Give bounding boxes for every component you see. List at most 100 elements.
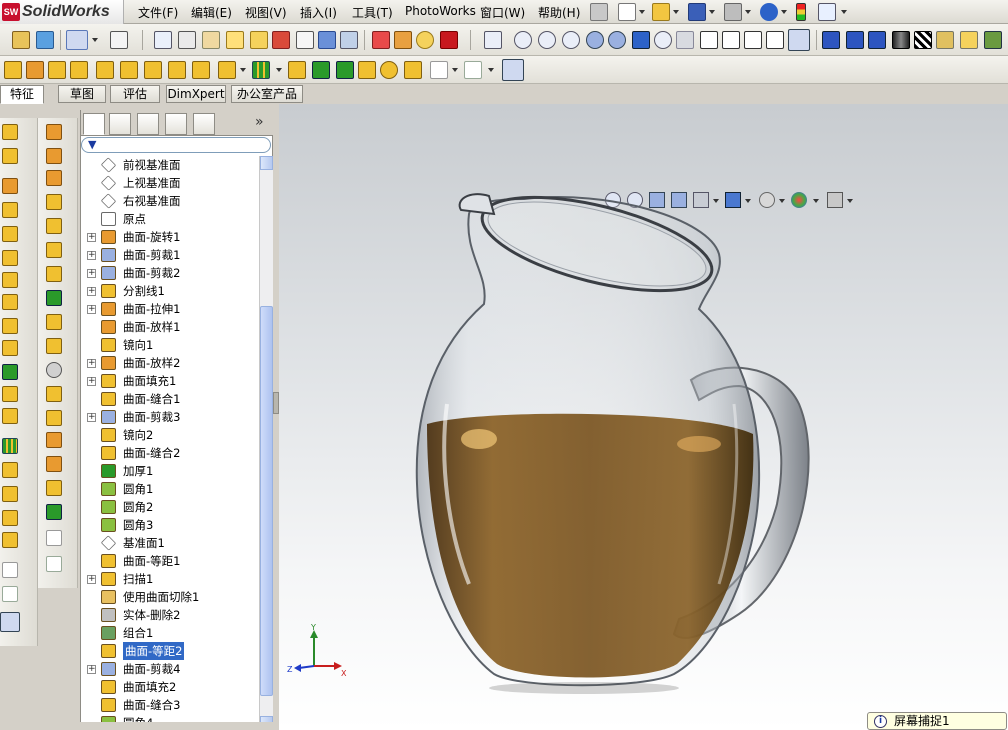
equations-icon[interactable] bbox=[296, 31, 314, 49]
new-document-icon[interactable] bbox=[618, 3, 636, 21]
tab-office-products[interactable]: 办公室产品 bbox=[231, 85, 303, 103]
tree-item[interactable]: 曲面-缝合1 bbox=[81, 390, 259, 408]
zoom-to-fit-icon[interactable] bbox=[484, 31, 502, 49]
reference-plane-icon[interactable] bbox=[2, 562, 18, 578]
save-dropdown-icon[interactable] bbox=[709, 10, 715, 14]
expand-toggle-icon[interactable]: + bbox=[87, 233, 96, 242]
rebuild-icon[interactable] bbox=[796, 3, 806, 21]
tree-item[interactable]: 曲面-缝合2 bbox=[81, 444, 259, 462]
pin-icon[interactable] bbox=[590, 3, 608, 21]
fillet-icon[interactable] bbox=[218, 61, 236, 79]
tree-item[interactable]: + 扫描1 bbox=[81, 570, 259, 588]
revolved-cut-icon[interactable] bbox=[120, 61, 138, 79]
tree-item[interactable]: 上视基准面 bbox=[81, 174, 259, 192]
extruded-surface-icon[interactable] bbox=[2, 124, 18, 140]
extruded-boss-icon[interactable] bbox=[4, 61, 22, 79]
shaded-with-edges-icon[interactable] bbox=[766, 31, 784, 49]
deform-icon[interactable] bbox=[46, 480, 62, 496]
menu-file[interactable]: 文件(F) bbox=[138, 4, 178, 21]
extruded-cut-icon[interactable] bbox=[96, 61, 114, 79]
draft-icon[interactable] bbox=[312, 61, 330, 79]
feature-tree-tab-icon[interactable] bbox=[83, 113, 105, 135]
tree-item[interactable]: + 曲面-拉伸1 bbox=[81, 300, 259, 318]
curves-icon[interactable] bbox=[404, 61, 422, 79]
section-properties-icon[interactable] bbox=[226, 31, 244, 49]
undo-icon[interactable] bbox=[760, 3, 778, 21]
ruled-surface-icon[interactable] bbox=[46, 124, 62, 140]
menu-photoworks[interactable]: PhotoWorks bbox=[405, 4, 476, 18]
perspective-icon[interactable] bbox=[984, 31, 1002, 49]
previous-view-icon[interactable] bbox=[654, 31, 672, 49]
geometry-analysis-icon[interactable] bbox=[440, 31, 458, 49]
lofted-surface-icon[interactable] bbox=[2, 202, 18, 218]
rotate-view-icon[interactable] bbox=[586, 31, 604, 49]
tab-features[interactable]: 特征 bbox=[0, 85, 44, 104]
menu-tools[interactable]: 工具(T) bbox=[352, 4, 393, 21]
draft-analysis-icon[interactable] bbox=[416, 31, 434, 49]
split-line-icon[interactable] bbox=[46, 218, 62, 234]
tree-item[interactable]: 曲面填充2 bbox=[81, 678, 259, 696]
revolved-boss-icon[interactable] bbox=[26, 61, 44, 79]
tree-item[interactable]: 基准面1 bbox=[81, 534, 259, 552]
realview-icon[interactable] bbox=[936, 31, 954, 49]
tab-dimxpert[interactable]: DimXpert bbox=[166, 85, 226, 103]
tree-item[interactable]: 镜向2 bbox=[81, 426, 259, 444]
pitcher-model[interactable] bbox=[279, 104, 1008, 730]
replace-face-icon[interactable] bbox=[2, 532, 18, 548]
wrap-icon[interactable] bbox=[358, 61, 376, 79]
expand-toggle-icon[interactable]: + bbox=[87, 251, 96, 260]
pattern-icon[interactable] bbox=[2, 438, 18, 454]
tree-item[interactable]: 曲面-放样1 bbox=[81, 318, 259, 336]
expand-toggle-icon[interactable]: + bbox=[87, 575, 96, 584]
tree-filter-input[interactable]: ▼ bbox=[81, 137, 271, 153]
display-style-icon[interactable] bbox=[676, 31, 694, 49]
display-manager-tab-icon[interactable] bbox=[193, 113, 215, 135]
edit-sketch-icon[interactable] bbox=[110, 31, 128, 49]
thicken-cut-icon[interactable] bbox=[46, 290, 62, 306]
hidden-lines-removed-icon[interactable] bbox=[744, 31, 762, 49]
tree-item[interactable]: 圆角3 bbox=[81, 516, 259, 534]
cut-with-surface-icon[interactable] bbox=[192, 61, 210, 79]
open-folder-icon[interactable] bbox=[652, 3, 670, 21]
instant3d-icon[interactable] bbox=[502, 59, 524, 81]
composite-curve-icon[interactable] bbox=[46, 556, 62, 572]
hidden-lines-visible-icon[interactable] bbox=[722, 31, 740, 49]
offset-surface-icon[interactable] bbox=[2, 272, 18, 288]
swept-surface-icon[interactable] bbox=[2, 178, 18, 194]
view-front-icon[interactable] bbox=[822, 31, 840, 49]
tree-item[interactable]: 前视基准面 bbox=[81, 156, 259, 174]
view-iso-icon[interactable] bbox=[846, 31, 864, 49]
revolved-surface-icon[interactable] bbox=[2, 148, 18, 164]
check-icon[interactable] bbox=[250, 31, 268, 49]
print-dropdown-icon[interactable] bbox=[745, 10, 751, 14]
thicken-icon[interactable] bbox=[2, 364, 18, 380]
split-body-icon[interactable] bbox=[46, 410, 62, 426]
options-icon[interactable] bbox=[818, 3, 836, 21]
save-icon[interactable] bbox=[688, 3, 706, 21]
property-manager-tab-icon[interactable] bbox=[109, 113, 131, 135]
boundary-surface-icon[interactable] bbox=[2, 226, 18, 242]
tree-item[interactable]: + 曲面-剪裁1 bbox=[81, 246, 259, 264]
tree-item[interactable]: 原点 bbox=[81, 210, 259, 228]
helix-icon[interactable] bbox=[464, 61, 482, 79]
menu-help[interactable]: 帮助(H) bbox=[538, 4, 580, 21]
zoom-to-area-icon[interactable] bbox=[514, 31, 532, 49]
tree-item[interactable]: 圆角1 bbox=[81, 480, 259, 498]
graphics-area[interactable]: Y X Z i 屏幕捕捉1 bbox=[279, 104, 1008, 730]
undo-dropdown-icon[interactable] bbox=[781, 10, 787, 14]
tree-scrollbar[interactable] bbox=[259, 156, 273, 730]
section-view-icon[interactable] bbox=[868, 31, 886, 49]
zebra-display-icon[interactable] bbox=[914, 31, 932, 49]
flatten-surface-icon[interactable] bbox=[46, 266, 62, 282]
tree-item[interactable]: + 曲面-旋转1 bbox=[81, 228, 259, 246]
tree-item[interactable]: 曲面-等距1 bbox=[81, 552, 259, 570]
deviation-analysis-icon[interactable] bbox=[340, 31, 358, 49]
menu-insert[interactable]: 插入(I) bbox=[300, 4, 337, 21]
shaded-icon[interactable] bbox=[788, 29, 810, 51]
planar-surface-icon[interactable] bbox=[2, 250, 18, 266]
import-diagnostics-icon[interactable] bbox=[318, 31, 336, 49]
delete-hole-icon[interactable] bbox=[46, 362, 62, 378]
tree-item[interactable]: 加厚1 bbox=[81, 462, 259, 480]
print-icon[interactable] bbox=[724, 3, 742, 21]
tab-sketch[interactable]: 草图 bbox=[58, 85, 106, 103]
